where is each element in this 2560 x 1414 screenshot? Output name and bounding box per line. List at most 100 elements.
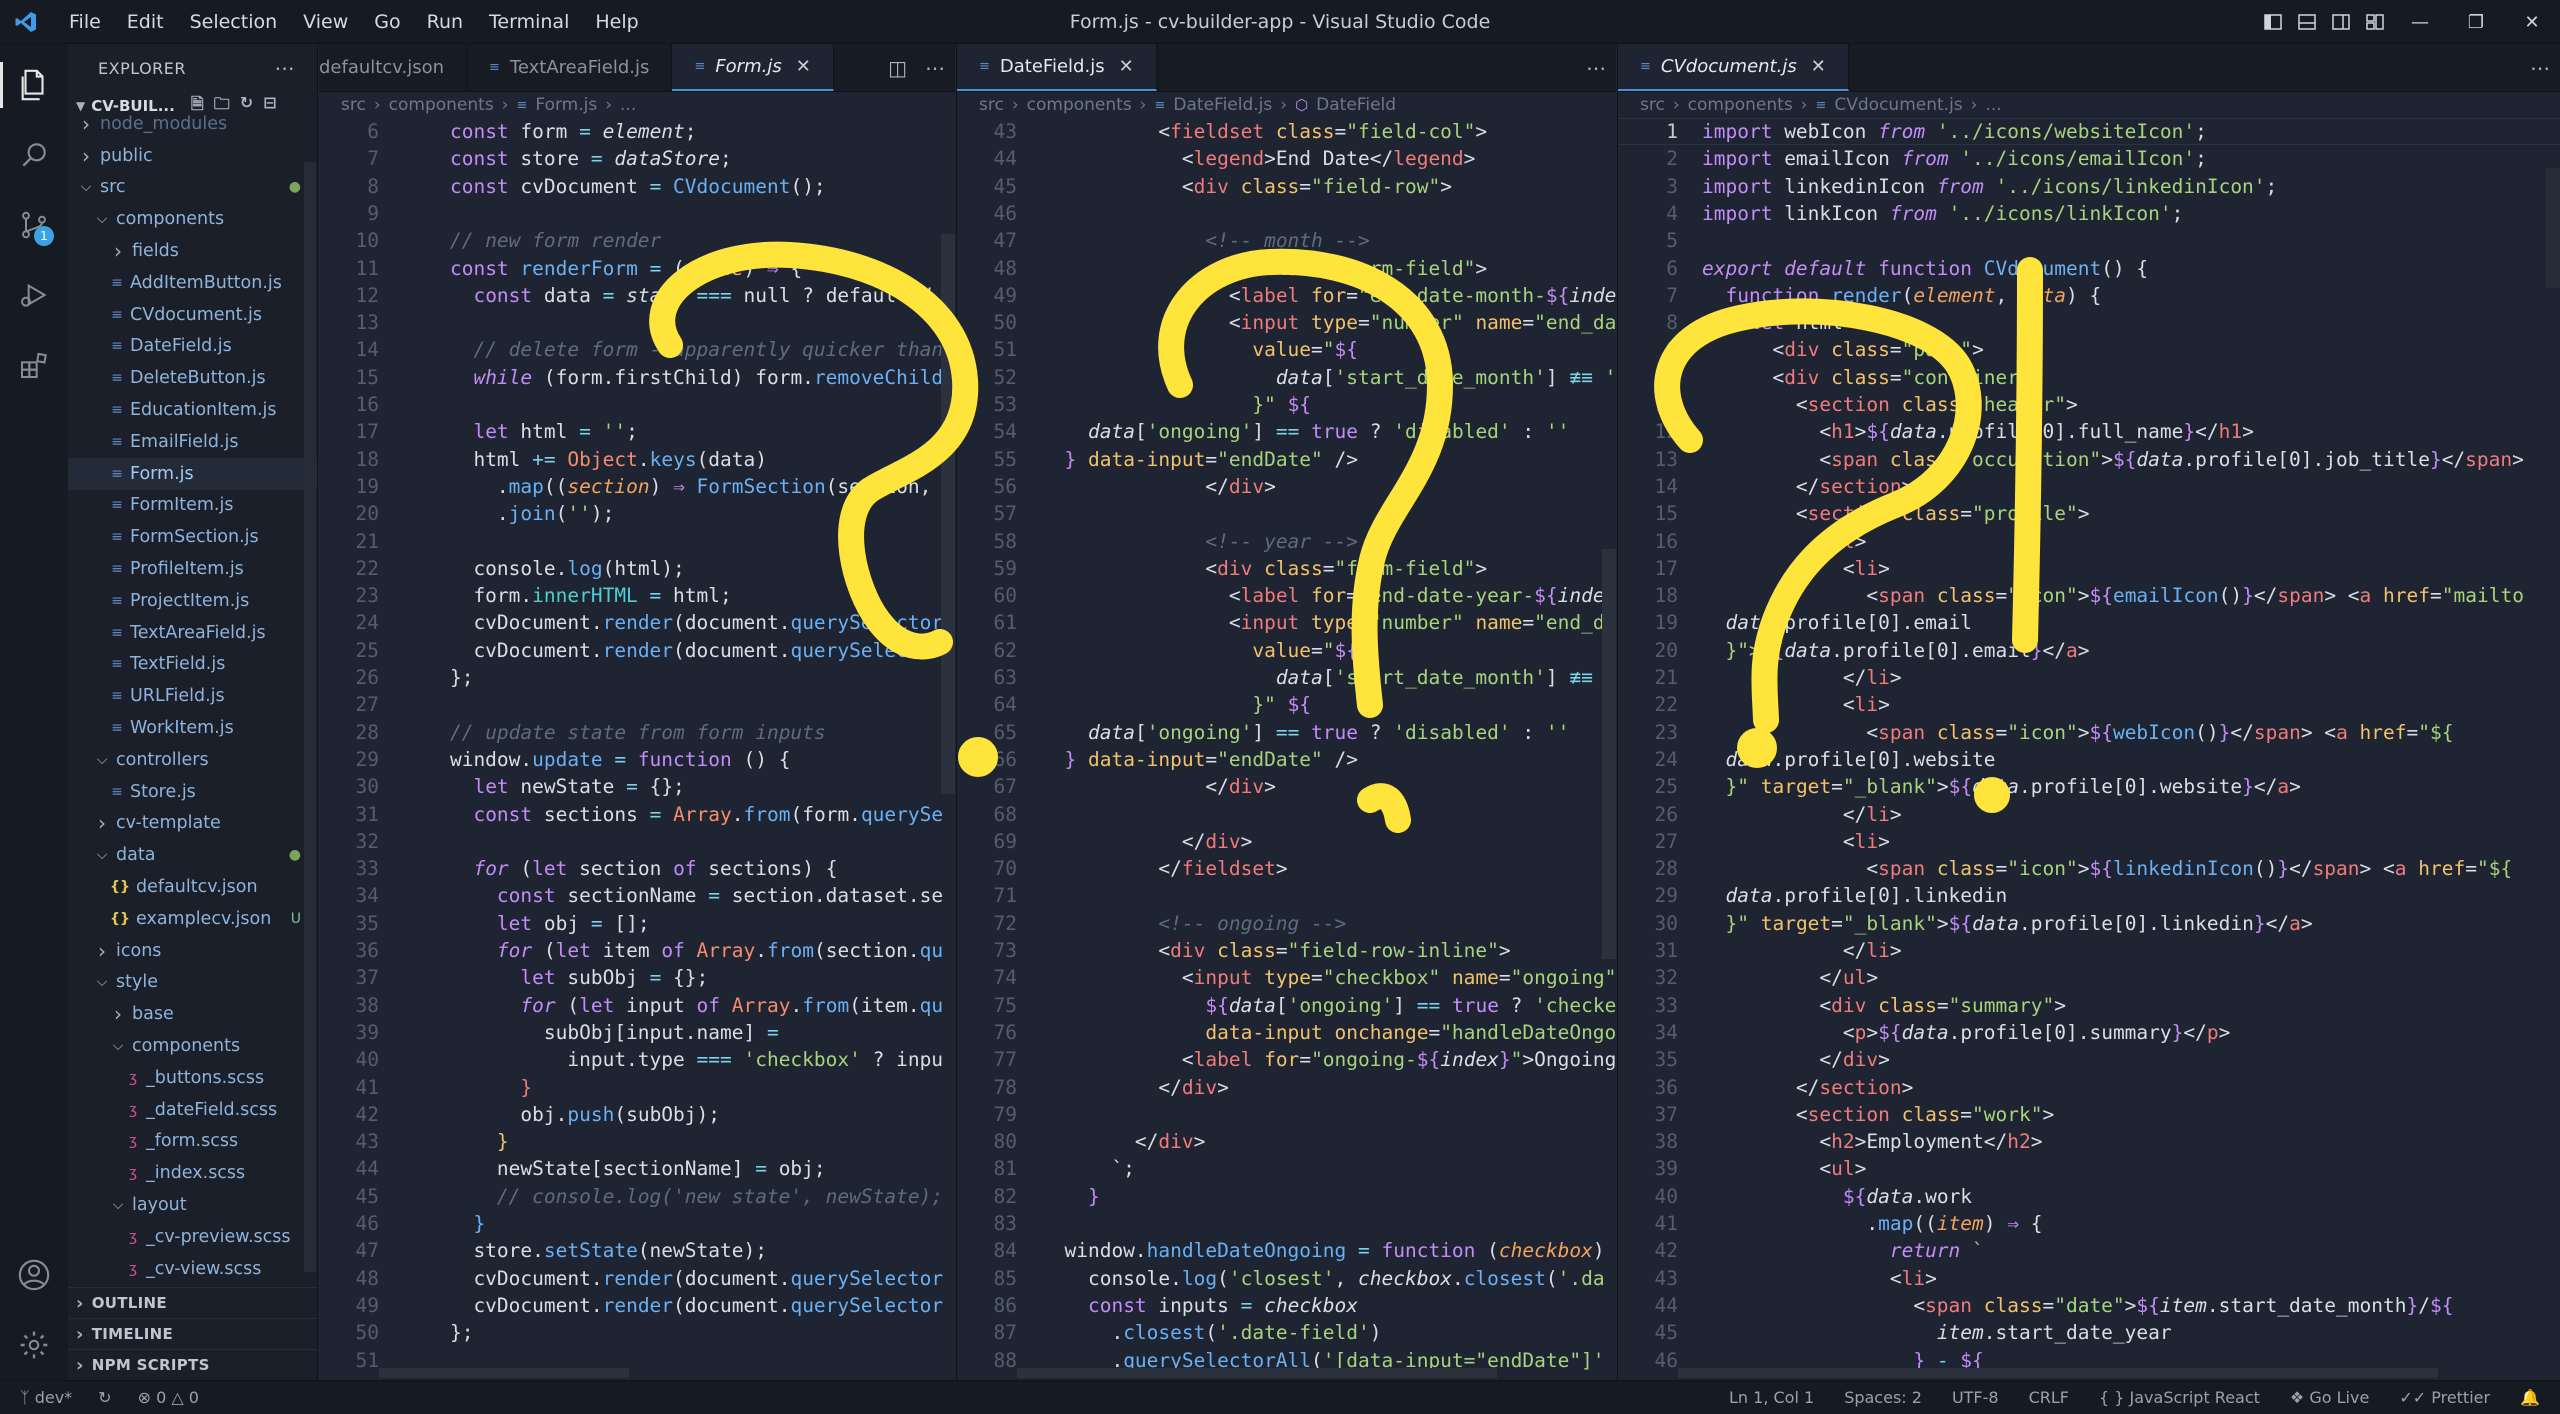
split-editor-icon[interactable]: ◫	[888, 56, 907, 80]
tree-item[interactable]: {} defaultcv.json	[68, 871, 317, 903]
sync-icon[interactable]: ↻	[98, 1388, 111, 1407]
horizontal-scrollbar[interactable]	[1017, 1368, 1497, 1378]
close-tab-icon[interactable]: ✕	[1119, 56, 1134, 77]
menu-view[interactable]: View	[290, 0, 361, 44]
menu-help[interactable]: Help	[582, 0, 651, 44]
tree-item[interactable]: ≡ TextAreaField.js	[68, 617, 317, 649]
sidebar-scrollbar[interactable]	[304, 162, 316, 1272]
extensions-icon[interactable]	[0, 330, 68, 400]
breadcrumb-item[interactable]: src	[1640, 95, 1665, 115]
tree-item[interactable]: › base	[68, 998, 317, 1030]
close-tab-icon[interactable]: ✕	[1811, 56, 1826, 77]
tree-item[interactable]: ⌵ controllers	[68, 744, 317, 776]
sidebar-section-outline[interactable]: › OUTLINE	[68, 1287, 317, 1318]
source-control-icon[interactable]: 1	[0, 190, 68, 260]
breadcrumb-item[interactable]: Form.js	[535, 95, 597, 115]
editor-scrollbar[interactable]	[2546, 168, 2560, 288]
tree-item[interactable]: ≡ ProjectItem.js	[68, 585, 317, 617]
menu-file[interactable]: File	[56, 0, 114, 44]
sidebar-section-npm-scripts[interactable]: › NPM SCRIPTS	[68, 1349, 317, 1380]
menu-selection[interactable]: Selection	[177, 0, 291, 44]
tree-item[interactable]: › cv-template	[68, 808, 317, 840]
line-ending[interactable]: CRLF	[2029, 1388, 2069, 1407]
tree-item[interactable]: ⌵ src ●	[68, 172, 317, 204]
editor-scrollbar[interactable]	[941, 234, 955, 794]
cursor-position[interactable]: Ln 1, Col 1	[1729, 1388, 1814, 1407]
close-tab-icon[interactable]: ✕	[796, 56, 811, 77]
breadcrumb-item[interactable]: src	[341, 95, 366, 115]
customize-layout-icon[interactable]	[2358, 0, 2392, 44]
tree-item[interactable]: {} examplecv.json U	[68, 903, 317, 935]
tree-item[interactable]: ⌵ components	[68, 1030, 317, 1062]
breadcrumb-item[interactable]: components	[1027, 95, 1132, 115]
breadcrumb-item[interactable]: ...	[620, 95, 636, 115]
tree-item[interactable]: ≡ DateField.js	[68, 331, 317, 363]
breadcrumb-item[interactable]: DateField.js	[1173, 95, 1272, 115]
more-actions-icon[interactable]: ⋯	[275, 56, 296, 80]
restore-icon[interactable]: ❐	[2448, 0, 2504, 44]
notifications-icon[interactable]: 🔔	[2520, 1388, 2540, 1407]
editor-tab[interactable]: defaultcv.json	[319, 44, 468, 91]
menu-go[interactable]: Go	[361, 0, 413, 44]
tree-item[interactable]: ≡ FormSection.js	[68, 521, 317, 553]
tree-item[interactable]: ≡ ProfileItem.js	[68, 553, 317, 585]
language-mode[interactable]: { } JavaScript React	[2099, 1388, 2260, 1407]
tree-item[interactable]: ʒ _index.scss	[68, 1157, 317, 1189]
explorer-icon[interactable]	[0, 50, 68, 120]
tree-item[interactable]: ≡ EducationItem.js	[68, 394, 317, 426]
tree-item[interactable]: ʒ _form.scss	[68, 1126, 317, 1158]
tree-item[interactable]: ⌵ style	[68, 967, 317, 999]
tree-item[interactable]: ⌵ data ●	[68, 839, 317, 871]
indentation[interactable]: Spaces: 2	[1844, 1388, 1922, 1407]
tree-item[interactable]: ʒ _buttons.scss	[68, 1062, 317, 1094]
menu-edit[interactable]: Edit	[114, 0, 177, 44]
run-debug-icon[interactable]	[0, 260, 68, 330]
tree-item[interactable]: ≡ CVdocument.js	[68, 299, 317, 331]
close-window-icon[interactable]: ✕	[2504, 0, 2560, 44]
tree-item[interactable]: ʒ _cv-preview.scss	[68, 1221, 317, 1253]
toggle-secondary-sidebar-icon[interactable]	[2324, 0, 2358, 44]
tree-item[interactable]: ⌵ layout	[68, 1189, 317, 1221]
editor-tab[interactable]: ≡ CVdocument.js ✕	[1618, 44, 1849, 91]
code-editor[interactable]: 43 <fieldset class="field-col"> 44 <legen…	[957, 118, 1616, 1380]
more-actions-icon[interactable]: ⋯	[1586, 56, 1606, 80]
prettier-button[interactable]: ✓✓ Prettier	[2399, 1388, 2490, 1407]
editor-tab[interactable]: ≡ DateField.js ✕	[957, 44, 1157, 91]
go-live-button[interactable]: ❖ Go Live	[2290, 1388, 2369, 1407]
tree-item[interactable]: › icons	[68, 935, 317, 967]
toggle-primary-sidebar-icon[interactable]	[2256, 0, 2290, 44]
tree-item[interactable]: › node_modules	[68, 108, 317, 140]
menu-run[interactable]: Run	[414, 0, 476, 44]
horizontal-scrollbar[interactable]	[1678, 1368, 2438, 1378]
tree-item[interactable]: ⌵ components	[68, 203, 317, 235]
tree-item[interactable]: ≡ Store.js	[68, 776, 317, 808]
editor-scrollbar[interactable]	[1602, 549, 1616, 959]
more-actions-icon[interactable]: ⋯	[2530, 56, 2550, 80]
breadcrumb-item[interactable]: components	[389, 95, 494, 115]
tree-item[interactable]: ≡ URLField.js	[68, 680, 317, 712]
encoding[interactable]: UTF-8	[1952, 1388, 1999, 1407]
tree-item[interactable]: ≡ TextField.js	[68, 649, 317, 681]
editor-tab[interactable]: ≡ Form.js ✕	[672, 44, 834, 91]
toggle-panel-icon[interactable]	[2290, 0, 2324, 44]
tree-item[interactable]: ʒ _dateField.scss	[68, 1094, 317, 1126]
account-icon[interactable]	[0, 1240, 68, 1310]
tree-item[interactable]: ≡ EmailField.js	[68, 426, 317, 458]
tree-item[interactable]: ≡ DeleteButton.js	[68, 362, 317, 394]
menu-terminal[interactable]: Terminal	[476, 0, 582, 44]
tree-item[interactable]: ≡ WorkItem.js	[68, 712, 317, 744]
tree-item[interactable]: ≡ FormItem.js	[68, 490, 317, 522]
sidebar-section-timeline[interactable]: › TIMELINE	[68, 1318, 317, 1349]
breadcrumb-item[interactable]: src	[979, 95, 1004, 115]
editor-tab[interactable]: ≡ TextAreaField.js	[467, 44, 673, 91]
problems-indicator[interactable]: ⊗ 0 △ 0	[138, 1388, 199, 1407]
breadcrumb-item[interactable]: components	[1688, 95, 1793, 115]
more-actions-icon[interactable]: ⋯	[925, 56, 945, 80]
breadcrumb-item[interactable]: CVdocument.js	[1834, 95, 1962, 115]
search-icon[interactable]	[0, 120, 68, 190]
tree-item[interactable]: ʒ _cv-view.scss	[68, 1253, 317, 1285]
code-editor[interactable]: 6 const form = element; 7 const store = d…	[319, 118, 955, 1380]
tree-item[interactable]: ≡ Form.js	[68, 457, 317, 490]
code-editor[interactable]: 1 import webIcon from '../icons/websiteIc…	[1618, 118, 2560, 1380]
breadcrumb-item[interactable]: ...	[1985, 95, 2001, 115]
